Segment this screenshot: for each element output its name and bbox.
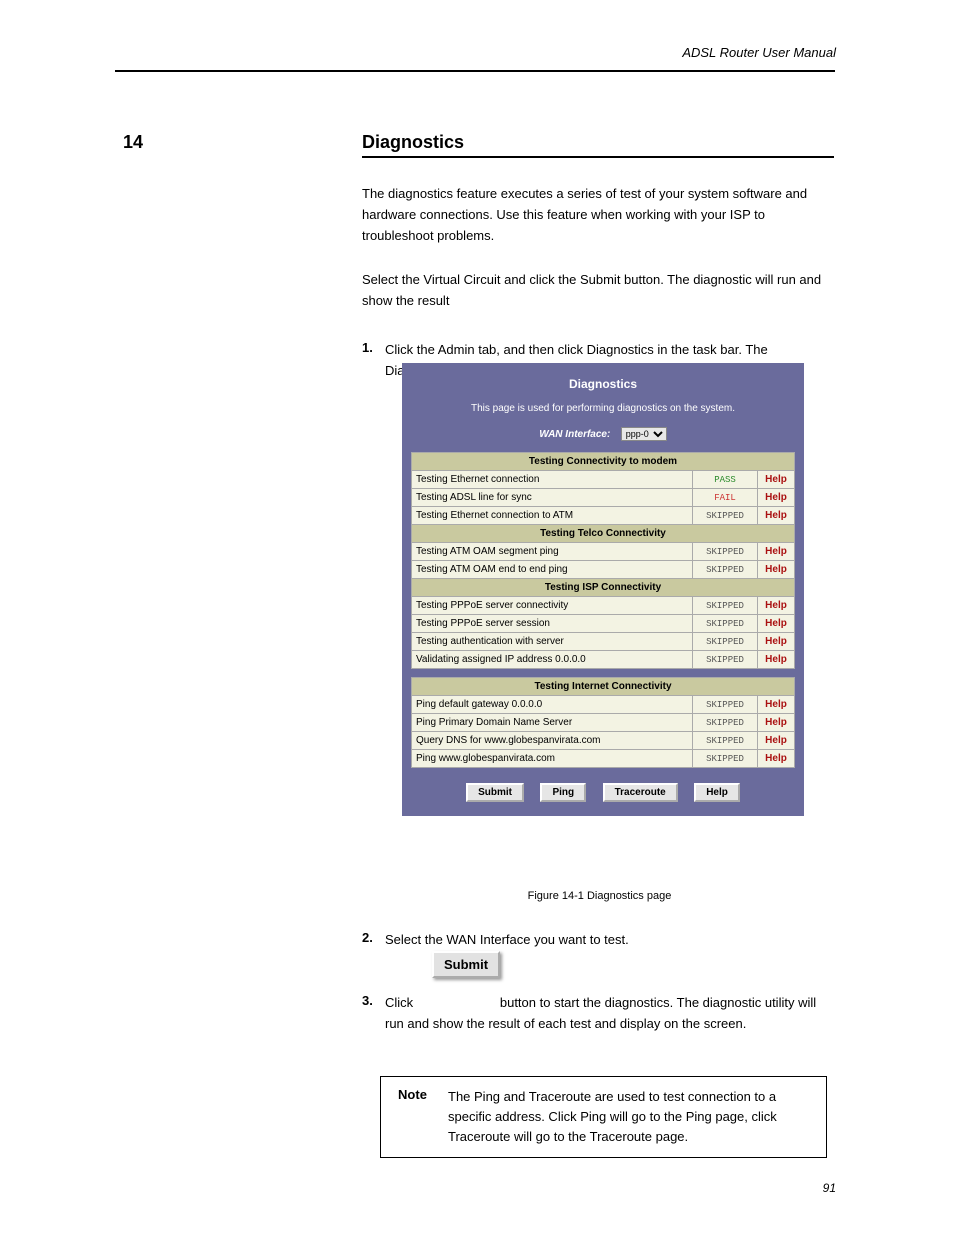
help-link[interactable]: Help [758, 507, 795, 525]
help-link[interactable]: Help [758, 633, 795, 651]
table-row: Ping www.globespanvirata.comSKIPPEDHelp [412, 750, 795, 768]
step-3-text-b: button to start the diagnostics. The dia… [385, 995, 816, 1031]
table-row: Query DNS for www.globespanvirata.comSKI… [412, 732, 795, 750]
ping-button[interactable]: Ping [540, 783, 586, 802]
wan-interface-row: WAN Interface: ppp-0 [402, 424, 804, 452]
help-link[interactable]: Help [758, 615, 795, 633]
diagnostics-panel: Diagnostics This page is used for perfor… [402, 363, 804, 816]
status-cell: SKIPPED [693, 615, 758, 633]
help-link[interactable]: Help [758, 471, 795, 489]
step-2-number: 2. [362, 930, 373, 945]
intro-paragraph-2: Select the Virtual Circuit and click the… [362, 270, 837, 312]
help-link[interactable]: Help [758, 543, 795, 561]
status-cell: SKIPPED [693, 714, 758, 732]
table-row: Testing authentication with serverSKIPPE… [412, 633, 795, 651]
step-3-text-a: Click [385, 995, 413, 1010]
test-name-cell: Testing PPPoE server connectivity [412, 597, 693, 615]
top-horizontal-rule [115, 70, 835, 72]
help-link[interactable]: Help [758, 489, 795, 507]
help-link[interactable]: Help [758, 597, 795, 615]
diagnostics-table-2: Testing Internet ConnectivityPing defaul… [411, 677, 795, 768]
test-name-cell: Validating assigned IP address 0.0.0.0 [412, 651, 693, 669]
page-number: 91 [823, 1181, 836, 1195]
step-3-number: 3. [362, 993, 373, 1008]
test-name-cell: Testing authentication with server [412, 633, 693, 651]
help-link[interactable]: Help [758, 561, 795, 579]
test-name-cell: Testing ATM OAM end to end ping [412, 561, 693, 579]
status-cell: FAIL [693, 489, 758, 507]
table-section-header: Testing Internet Connectivity [412, 678, 795, 696]
table-row: Testing PPPoE server sessionSKIPPEDHelp [412, 615, 795, 633]
section-title: Diagnostics [362, 132, 464, 153]
step-3-text: Click button to start the diagnostics. T… [385, 993, 832, 1035]
table-row: Testing ATM OAM segment pingSKIPPEDHelp [412, 543, 795, 561]
test-name-cell: Ping www.globespanvirata.com [412, 750, 693, 768]
test-name-cell: Testing Ethernet connection to ATM [412, 507, 693, 525]
diagnostics-button-row: Submit Ping Traceroute Help [402, 772, 804, 802]
section-number: 14 [123, 132, 143, 153]
status-cell: PASS [693, 471, 758, 489]
note-label: Note [381, 1077, 444, 1157]
status-cell: SKIPPED [693, 543, 758, 561]
wan-interface-label: WAN Interface: [539, 429, 610, 440]
traceroute-button[interactable]: Traceroute [603, 783, 678, 802]
test-name-cell: Testing ADSL line for sync [412, 489, 693, 507]
help-link[interactable]: Help [758, 750, 795, 768]
test-name-cell: Testing ATM OAM segment ping [412, 543, 693, 561]
table-row: Testing ADSL line for syncFAILHelp [412, 489, 795, 507]
submit-big-wrap: Submit [432, 951, 500, 978]
note-box: Note The Ping and Traceroute are used to… [380, 1076, 827, 1158]
test-name-cell: Testing Ethernet connection [412, 471, 693, 489]
table-row: Ping Primary Domain Name ServerSKIPPEDHe… [412, 714, 795, 732]
submit-big-button[interactable]: Submit [432, 951, 500, 978]
figure-14-1-caption: Figure 14-1 Diagnostics page [362, 890, 837, 902]
wan-interface-select[interactable]: ppp-0 [621, 427, 667, 441]
help-link[interactable]: Help [758, 696, 795, 714]
test-name-cell: Testing PPPoE server session [412, 615, 693, 633]
table-section-header: Testing Telco Connectivity [412, 525, 795, 543]
help-link[interactable]: Help [758, 651, 795, 669]
status-cell: SKIPPED [693, 597, 758, 615]
status-cell: SKIPPED [693, 633, 758, 651]
status-cell: SKIPPED [693, 651, 758, 669]
status-cell: SKIPPED [693, 507, 758, 525]
step-1-number: 1. [362, 340, 373, 355]
status-cell: SKIPPED [693, 732, 758, 750]
test-name-cell: Ping Primary Domain Name Server [412, 714, 693, 732]
section-rule [362, 156, 834, 158]
status-cell: SKIPPED [693, 696, 758, 714]
test-name-cell: Query DNS for www.globespanvirata.com [412, 732, 693, 750]
note-text: The Ping and Traceroute are used to test… [444, 1077, 826, 1157]
diagnostics-description: This page is used for performing diagnos… [402, 397, 804, 424]
diagnostics-table-1: Testing Connectivity to modemTesting Eth… [411, 452, 795, 669]
table-row: Testing PPPoE server connectivitySKIPPED… [412, 597, 795, 615]
intro-paragraph-1: The diagnostics feature executes a serie… [362, 184, 837, 246]
status-cell: SKIPPED [693, 750, 758, 768]
status-cell: SKIPPED [693, 561, 758, 579]
help-link[interactable]: Help [758, 714, 795, 732]
help-button[interactable]: Help [694, 783, 740, 802]
table-row: Validating assigned IP address 0.0.0.0SK… [412, 651, 795, 669]
table-section-header: Testing Connectivity to modem [412, 453, 795, 471]
table-section-header: Testing ISP Connectivity [412, 579, 795, 597]
help-link[interactable]: Help [758, 732, 795, 750]
step-2-text: Select the WAN Interface you want to tes… [385, 930, 832, 951]
table-row: Testing Ethernet connectionPASSHelp [412, 471, 795, 489]
header-manual-title: ADSL Router User Manual [682, 45, 836, 60]
test-name-cell: Ping default gateway 0.0.0.0 [412, 696, 693, 714]
table-row: Testing ATM OAM end to end pingSKIPPEDHe… [412, 561, 795, 579]
table-row: Ping default gateway 0.0.0.0SKIPPEDHelp [412, 696, 795, 714]
submit-button[interactable]: Submit [466, 783, 524, 802]
diagnostics-title: Diagnostics [402, 363, 804, 397]
table-row: Testing Ethernet connection to ATMSKIPPE… [412, 507, 795, 525]
